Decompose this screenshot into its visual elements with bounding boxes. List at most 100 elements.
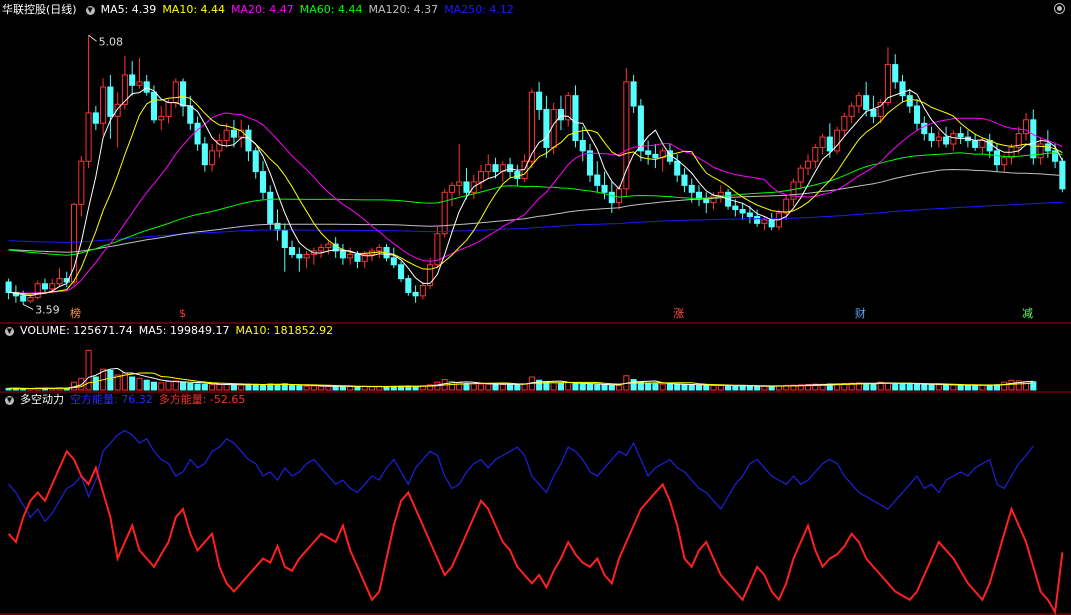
candle-body	[172, 81, 179, 104]
volume-bar	[252, 383, 259, 391]
candle	[601, 171, 608, 200]
candle-body	[863, 95, 870, 110]
volume-bar	[666, 383, 673, 391]
candle-body	[129, 74, 136, 86]
volume-bar	[863, 382, 870, 391]
candle-body	[514, 171, 521, 179]
candle-body	[223, 129, 230, 142]
volume-bar	[725, 385, 732, 391]
volume-bar	[688, 384, 695, 391]
volume-bar	[180, 381, 187, 391]
event-marker[interactable]: 减	[1020, 307, 1035, 320]
volume-bar	[928, 384, 935, 391]
candle-body	[56, 278, 63, 285]
candle	[441, 188, 448, 238]
candle-body	[906, 95, 913, 107]
volume-bar	[761, 385, 768, 391]
volume-bar	[557, 382, 564, 391]
candle-body	[107, 86, 114, 117]
candle	[339, 244, 346, 265]
indicator-header: ▼ 多空动力 空方能量: 76.32 多方能量: -52.65	[2, 393, 251, 407]
volume-bar	[129, 376, 136, 391]
candle	[586, 143, 594, 182]
candle-body	[819, 136, 826, 148]
volume-bar	[259, 383, 267, 391]
volume-bar	[485, 383, 492, 391]
volume-bar	[92, 376, 99, 391]
candle-body	[855, 95, 862, 107]
volume-bar	[1001, 381, 1008, 391]
event-marker[interactable]: 财	[853, 307, 868, 320]
candle	[318, 244, 325, 258]
candle-body	[165, 102, 172, 117]
low-price-pointer	[22, 304, 34, 310]
candle	[41, 278, 49, 293]
volume-chart[interactable]	[5, 349, 1037, 391]
volume-bar	[150, 381, 158, 391]
candle-body	[347, 253, 354, 259]
event-marker[interactable]: 涨	[671, 307, 686, 320]
volume-bar	[521, 383, 528, 391]
menu-toggle-icon[interactable]: ▼	[85, 5, 95, 15]
candle	[1030, 109, 1037, 165]
volume-bar	[703, 384, 710, 391]
volume-bar	[238, 384, 245, 391]
candle	[201, 137, 208, 172]
candle-body	[150, 91, 158, 121]
candle	[158, 106, 165, 131]
stock-name[interactable]: 华联控股(日线)	[2, 3, 77, 16]
volume-bar	[339, 386, 346, 391]
volume-toggle-icon[interactable]: ▼	[5, 326, 14, 336]
ma-legend-item: MA250: 4.12	[444, 3, 514, 16]
volume-bar	[586, 383, 594, 391]
candle	[528, 88, 535, 169]
candle-body	[143, 81, 150, 93]
candle-body	[230, 129, 237, 138]
indicator-chart[interactable]	[7, 429, 1064, 615]
event-marker[interactable]: 榜	[68, 307, 83, 320]
candle	[92, 106, 99, 131]
volume-bar	[158, 382, 165, 391]
candle	[412, 285, 419, 303]
candle-body	[979, 140, 986, 148]
indicator-toggle-icon[interactable]: ▼	[5, 395, 14, 405]
settings-icon[interactable]	[1054, 3, 1065, 14]
candle-body	[41, 283, 49, 290]
candle-body	[405, 278, 412, 293]
high-price-label: 5.08	[99, 35, 124, 48]
candle	[376, 244, 383, 258]
candle	[514, 164, 521, 186]
price-chart[interactable]: 5.08 3.59	[5, 34, 1066, 316]
volume-bar	[274, 384, 281, 391]
volume-bar	[492, 383, 499, 391]
candle	[427, 257, 434, 289]
volume-bar	[361, 386, 368, 391]
candle	[739, 202, 746, 220]
candle-body	[390, 257, 397, 266]
candle-body	[717, 191, 724, 197]
candle-body	[477, 171, 485, 183]
volume-bar	[943, 384, 950, 391]
candle-body	[732, 205, 739, 211]
volume-bar	[354, 386, 361, 391]
volume-bar	[921, 383, 928, 391]
volume-header: ▼ VOLUME: 125671.74 MA5: 199849.17 MA10: 18…	[2, 324, 339, 338]
candle-body	[630, 81, 637, 107]
volume-bar	[296, 385, 303, 391]
candle	[70, 202, 78, 286]
candle	[972, 133, 979, 151]
candle	[448, 181, 455, 207]
volume-bar	[463, 383, 470, 391]
candle	[216, 133, 223, 158]
candle-body	[1030, 119, 1037, 159]
candle-body	[921, 122, 928, 135]
candle	[1015, 126, 1022, 155]
indicator-name[interactable]: 多空动力	[20, 393, 64, 406]
event-marker[interactable]: $	[177, 307, 188, 320]
candle	[390, 247, 397, 269]
high-price-pointer	[88, 34, 97, 42]
volume-bar	[979, 384, 986, 391]
volume-bar	[681, 384, 688, 391]
volume-bar	[906, 383, 913, 391]
candle	[521, 154, 528, 182]
